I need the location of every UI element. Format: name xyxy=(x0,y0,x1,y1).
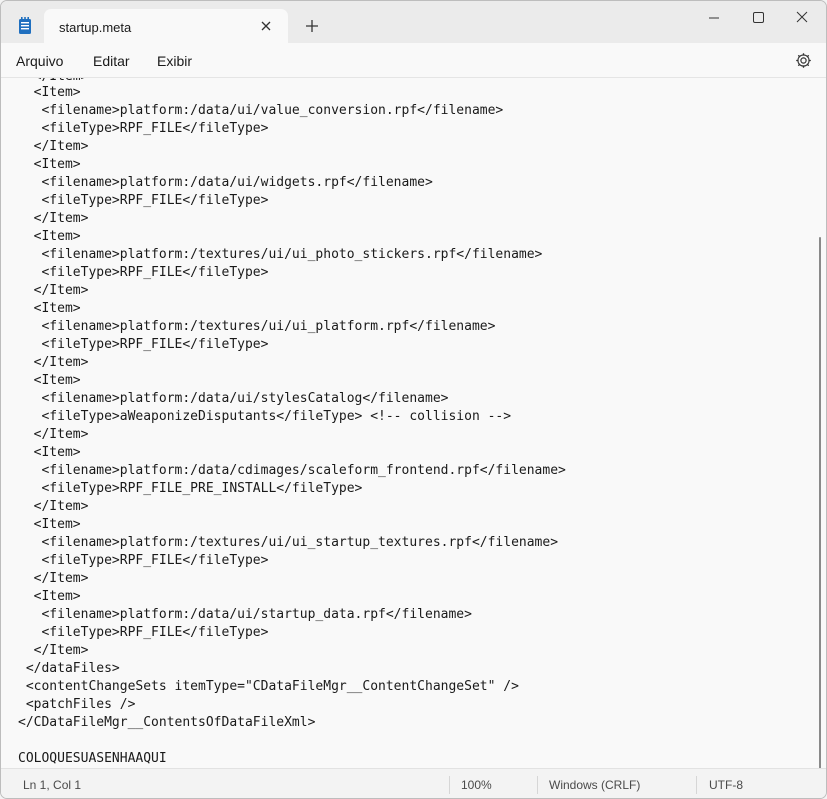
gear-icon[interactable] xyxy=(795,52,812,69)
tab-title: startup.meta xyxy=(59,20,132,35)
text-editor[interactable]: </Item> <Item> <filename>platform:/data/… xyxy=(1,77,826,768)
notepad-window: startup.meta Arquivo Editar Exibir <Item… xyxy=(0,0,827,799)
close-icon[interactable] xyxy=(791,7,813,29)
encoding[interactable]: UTF-8 xyxy=(709,778,743,792)
notepad-icon xyxy=(18,17,32,35)
line-ending[interactable]: Windows (CRLF) xyxy=(549,778,640,792)
code-line: <filename>platform:/data/ui/value_conver… xyxy=(18,103,504,118)
code-line: <filename>platform:/textures/ui/ui_platf… xyxy=(18,319,496,334)
code-line: <Item> xyxy=(18,517,81,532)
code-line: <Item> xyxy=(18,157,81,172)
title-bar[interactable]: startup.meta xyxy=(1,1,826,43)
plus-icon[interactable] xyxy=(304,18,320,34)
code-line: </Item> xyxy=(18,355,89,370)
code-line: <Item> xyxy=(18,85,81,100)
code-line: <Item> xyxy=(18,301,81,316)
code-line: </Item> xyxy=(18,499,89,514)
code-line: </Item> xyxy=(18,643,89,658)
code-line: <filename>platform:/data/ui/stylesCatalo… xyxy=(18,391,449,406)
code-line: <contentChangeSets itemType="CDataFileMg… xyxy=(18,679,519,694)
code-line: <filename>platform:/textures/ui/ui_photo… xyxy=(18,247,543,262)
code-line: </CDataFileMgr__ContentsOfDataFileXml> xyxy=(18,715,316,730)
code-line: <fileType>RPF_FILE</fileType> xyxy=(18,193,269,208)
menu-bar: Arquivo Editar Exibir xyxy=(1,43,826,77)
code-line: </Item> xyxy=(18,283,89,298)
code-line: </Item> xyxy=(18,139,89,154)
code-line: <Item> xyxy=(18,373,81,388)
vertical-scrollbar[interactable] xyxy=(819,237,821,768)
code-line: </Item> xyxy=(18,427,89,442)
code-line: <fileType>RPF_FILE_PRE_INSTALL</fileType… xyxy=(18,481,363,496)
code-line: <filename>platform:/data/ui/widgets.rpf<… xyxy=(18,175,433,190)
code-line: <fileType>RPF_FILE</fileType> xyxy=(18,625,269,640)
maximize-icon[interactable] xyxy=(747,7,769,29)
code-line: </Item> xyxy=(18,571,89,586)
menu-view[interactable]: Exibir xyxy=(157,53,192,69)
tab-startup-meta[interactable]: startup.meta xyxy=(44,9,288,43)
code-line: <fileType>RPF_FILE</fileType> xyxy=(18,265,269,280)
menu-edit[interactable]: Editar xyxy=(93,53,130,69)
code-line: <fileType>RPF_FILE</fileType> xyxy=(18,337,269,352)
code-line: </dataFiles> xyxy=(18,661,120,676)
code-line: <fileType>RPF_FILE</fileType> xyxy=(18,121,269,136)
code-line: <filename>platform:/textures/ui/ui_start… xyxy=(18,535,559,550)
code-line: <Item> xyxy=(18,589,81,604)
code-line: <filename>platform:/data/ui/startup_data… xyxy=(18,607,472,622)
code-line: <patchFiles /> xyxy=(18,697,136,712)
code-line: <fileType>aWeaponizeDisputants</fileType… xyxy=(18,409,512,424)
minimize-icon[interactable] xyxy=(703,7,725,29)
close-icon[interactable] xyxy=(258,18,274,34)
code-line: <Item> xyxy=(18,445,81,460)
code-line: <fileType>RPF_FILE</fileType> xyxy=(18,553,269,568)
status-divider xyxy=(537,776,538,794)
status-divider xyxy=(696,776,697,794)
menu-file[interactable]: Arquivo xyxy=(16,53,63,69)
code-line: <filename>platform:/data/cdimages/scalef… xyxy=(18,463,566,478)
code-line: </Item> xyxy=(18,211,89,226)
cursor-position[interactable]: Ln 1, Col 1 xyxy=(23,778,81,792)
code-line: COLOQUESUASENHAAQUI xyxy=(18,751,167,766)
status-bar: Ln 1, Col 1 100% Windows (CRLF) UTF-8 xyxy=(1,768,826,798)
status-divider xyxy=(449,776,450,794)
zoom-level[interactable]: 100% xyxy=(461,778,492,792)
code-line: <Item> xyxy=(18,229,81,244)
